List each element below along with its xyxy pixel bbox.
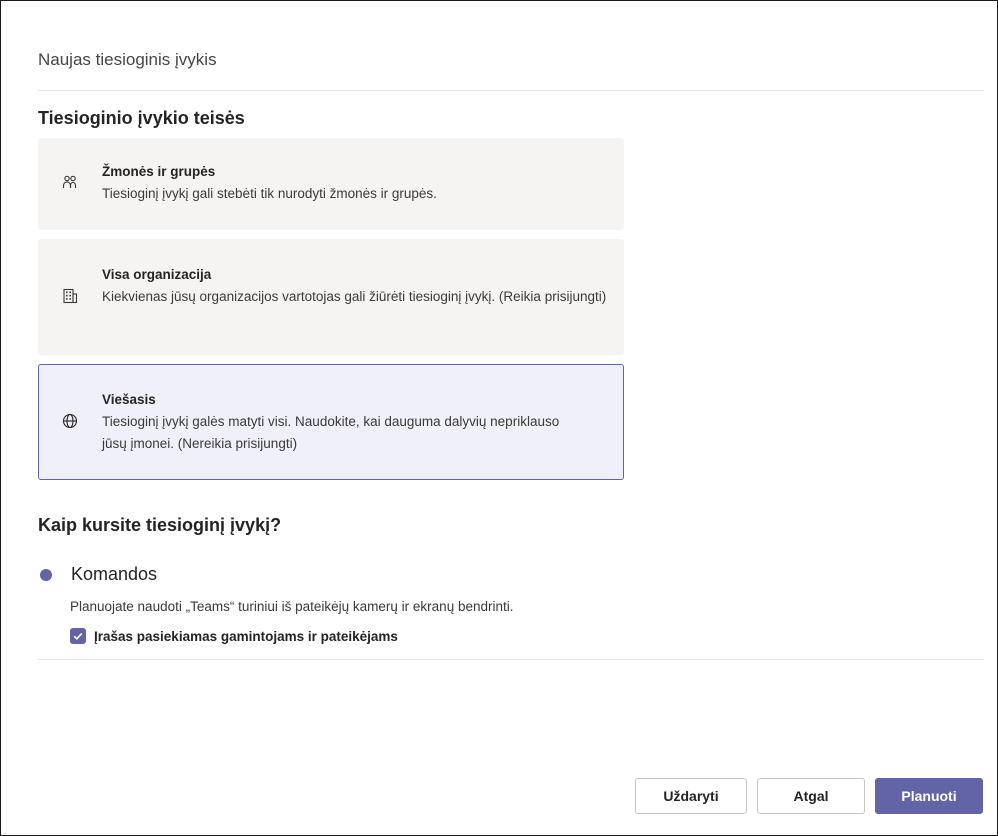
option-description: Kiekvienas jūsų organizacijos vartotojas…	[102, 289, 607, 304]
close-button[interactable]: Uždaryti	[635, 778, 747, 814]
option-title: Visa organizacija	[102, 267, 212, 282]
globe-icon	[61, 412, 79, 430]
teams-radio-option[interactable]: Komandos	[38, 564, 157, 585]
checkbox-label: Įrašas pasiekiamas gamintojams ir pateik…	[94, 628, 398, 644]
option-title: Žmonės ir grupės	[102, 164, 216, 179]
option-description: Tiesioginį įvykį gali stebėti tik nurody…	[102, 186, 437, 201]
back-button[interactable]: Atgal	[757, 778, 865, 814]
radio-selected-icon	[40, 568, 52, 581]
permission-option-public[interactable]: Viešasis Tiesioginį įvykį galės matyti v…	[38, 364, 624, 480]
schedule-button[interactable]: Planuoti	[875, 778, 983, 814]
dialog-title: Naujas tiesioginis įvykis	[38, 50, 217, 69]
production-heading: Kaip kursite tiesioginį įvykį?	[38, 515, 282, 535]
content-divider	[38, 659, 984, 660]
option-title: Viešasis	[102, 392, 156, 407]
recording-checkbox[interactable]	[70, 628, 86, 644]
permission-option-people[interactable]: Žmonės ir grupės Tiesioginį įvykį gali s…	[38, 138, 624, 230]
option-description: Tiesioginį įvykį galės matyti visi. Naud…	[102, 414, 560, 451]
recording-checkbox-row[interactable]: Įrašas pasiekiamas gamintojams ir pateik…	[70, 628, 398, 644]
checkmark-icon	[73, 632, 83, 640]
radio-label: Komandos	[71, 564, 158, 584]
permission-option-org[interactable]: Visa organizacija Kiekvienas jūsų organi…	[38, 239, 624, 355]
people-icon	[61, 173, 79, 191]
teams-description: Planuojate naudoti „Teams“ turiniui iš p…	[70, 599, 514, 614]
title-divider	[38, 90, 984, 91]
building-icon	[61, 287, 79, 305]
permissions-heading: Tiesioginio įvykio teisės	[38, 108, 245, 128]
dialog: Naujas tiesioginis įvykis Tiesioginio įv…	[0, 0, 998, 836]
